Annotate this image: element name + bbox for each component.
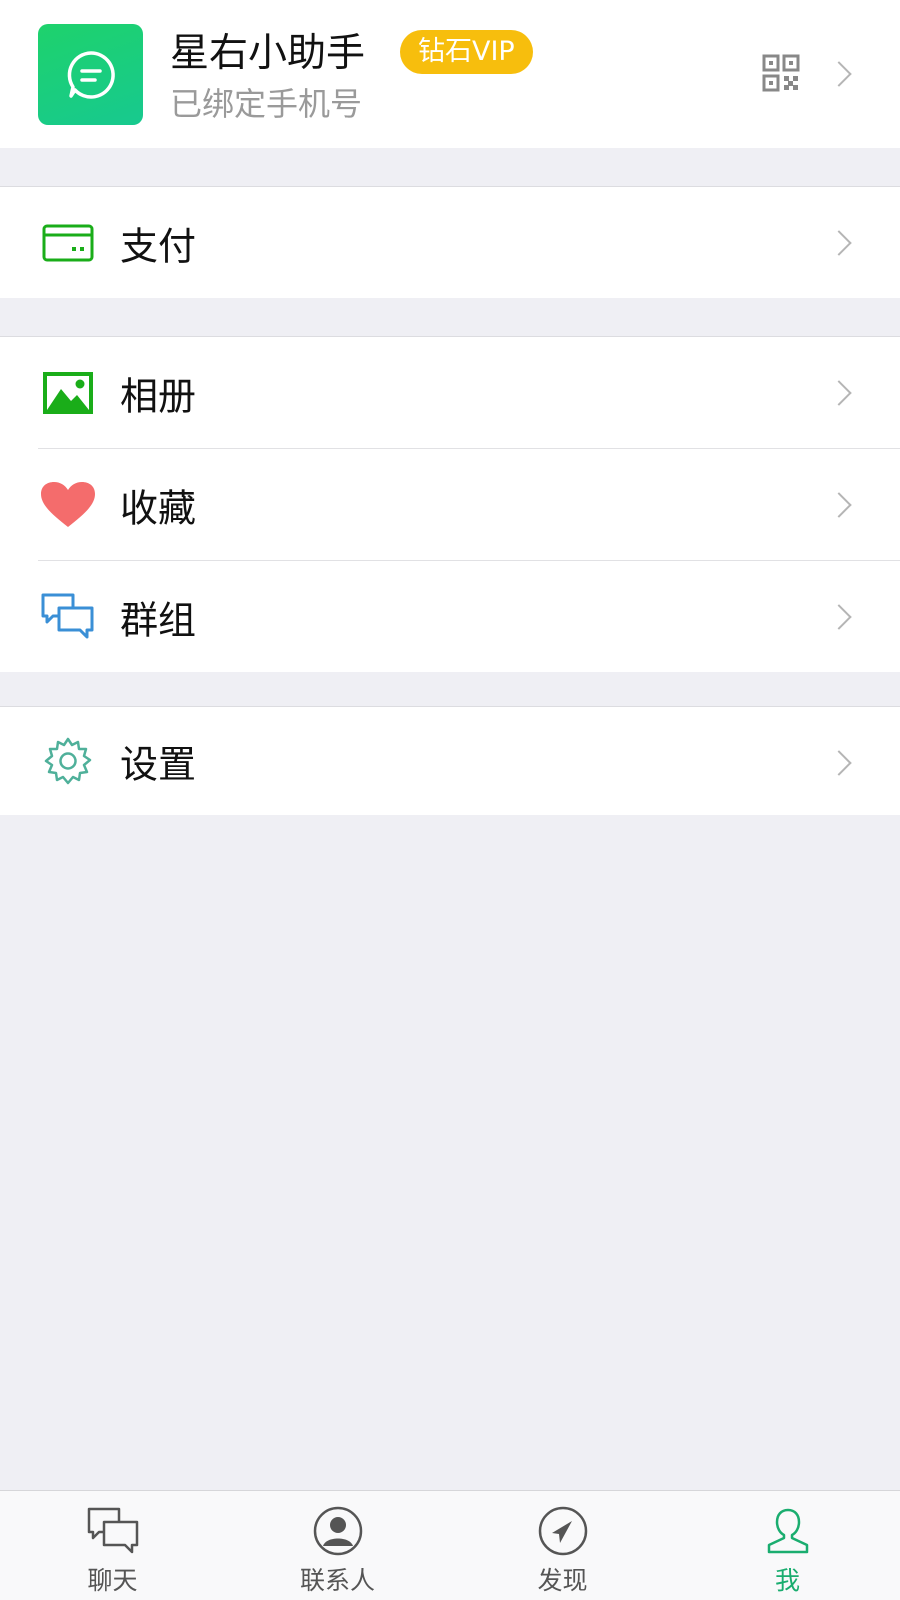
tab-bar: 聊天 联系人 发现 我 [0,1490,900,1600]
menu-group-pay: 支付 [0,186,900,298]
tab-chat[interactable]: 聊天 [0,1491,225,1600]
chat-bubbles-icon [40,589,96,645]
chevron-right-icon [826,492,852,518]
contacts-icon [310,1505,366,1557]
person-icon [760,1505,816,1557]
image-icon [40,365,96,421]
menu-item-pay[interactable]: 支付 [0,187,900,298]
tab-contacts[interactable]: 联系人 [225,1491,450,1600]
vip-badge: 钻石VIP [400,30,533,74]
heart-icon [40,477,96,533]
menu-group-content: 相册 收藏 群组 [0,336,900,672]
menu-item-favorites[interactable]: 收藏 [0,449,900,560]
profile-name: 星右小助手 [170,31,366,76]
tab-discover[interactable]: 发现 [450,1491,675,1600]
chevron-right-icon [826,380,852,406]
avatar [38,24,143,125]
chat-icon [85,1505,141,1557]
menu-label-favorites: 收藏 [120,486,197,530]
menu-item-groups[interactable]: 群组 [0,561,900,672]
menu-label-pay: 支付 [120,224,197,268]
chevron-right-icon [826,61,852,87]
menu-label-settings: 设置 [120,742,197,787]
message-bubble-icon [67,50,115,99]
tab-label-me: 我 [774,1566,800,1595]
chevron-right-icon [826,230,852,256]
tab-me[interactable]: 我 [675,1491,900,1600]
compass-icon [535,1505,591,1557]
profile-subtitle: 已绑定手机号 [170,85,363,123]
profile-header[interactable]: 星右小助手 钻石VIP 已绑定手机号 [0,0,900,148]
menu-label-groups: 群组 [120,598,197,642]
card-icon [40,215,96,271]
tab-label-chat: 聊天 [87,1566,138,1595]
chevron-right-icon [826,604,852,630]
tab-label-contacts: 联系人 [299,1566,375,1595]
qr-code-icon[interactable] [762,54,800,92]
chevron-right-icon [826,750,852,776]
tab-label-discover: 发现 [537,1566,588,1595]
menu-item-settings[interactable]: 设置 [0,707,900,815]
gear-icon [40,733,96,789]
menu-label-album: 相册 [120,374,197,418]
menu-group-settings: 设置 [0,706,900,815]
menu-item-album[interactable]: 相册 [0,337,900,448]
